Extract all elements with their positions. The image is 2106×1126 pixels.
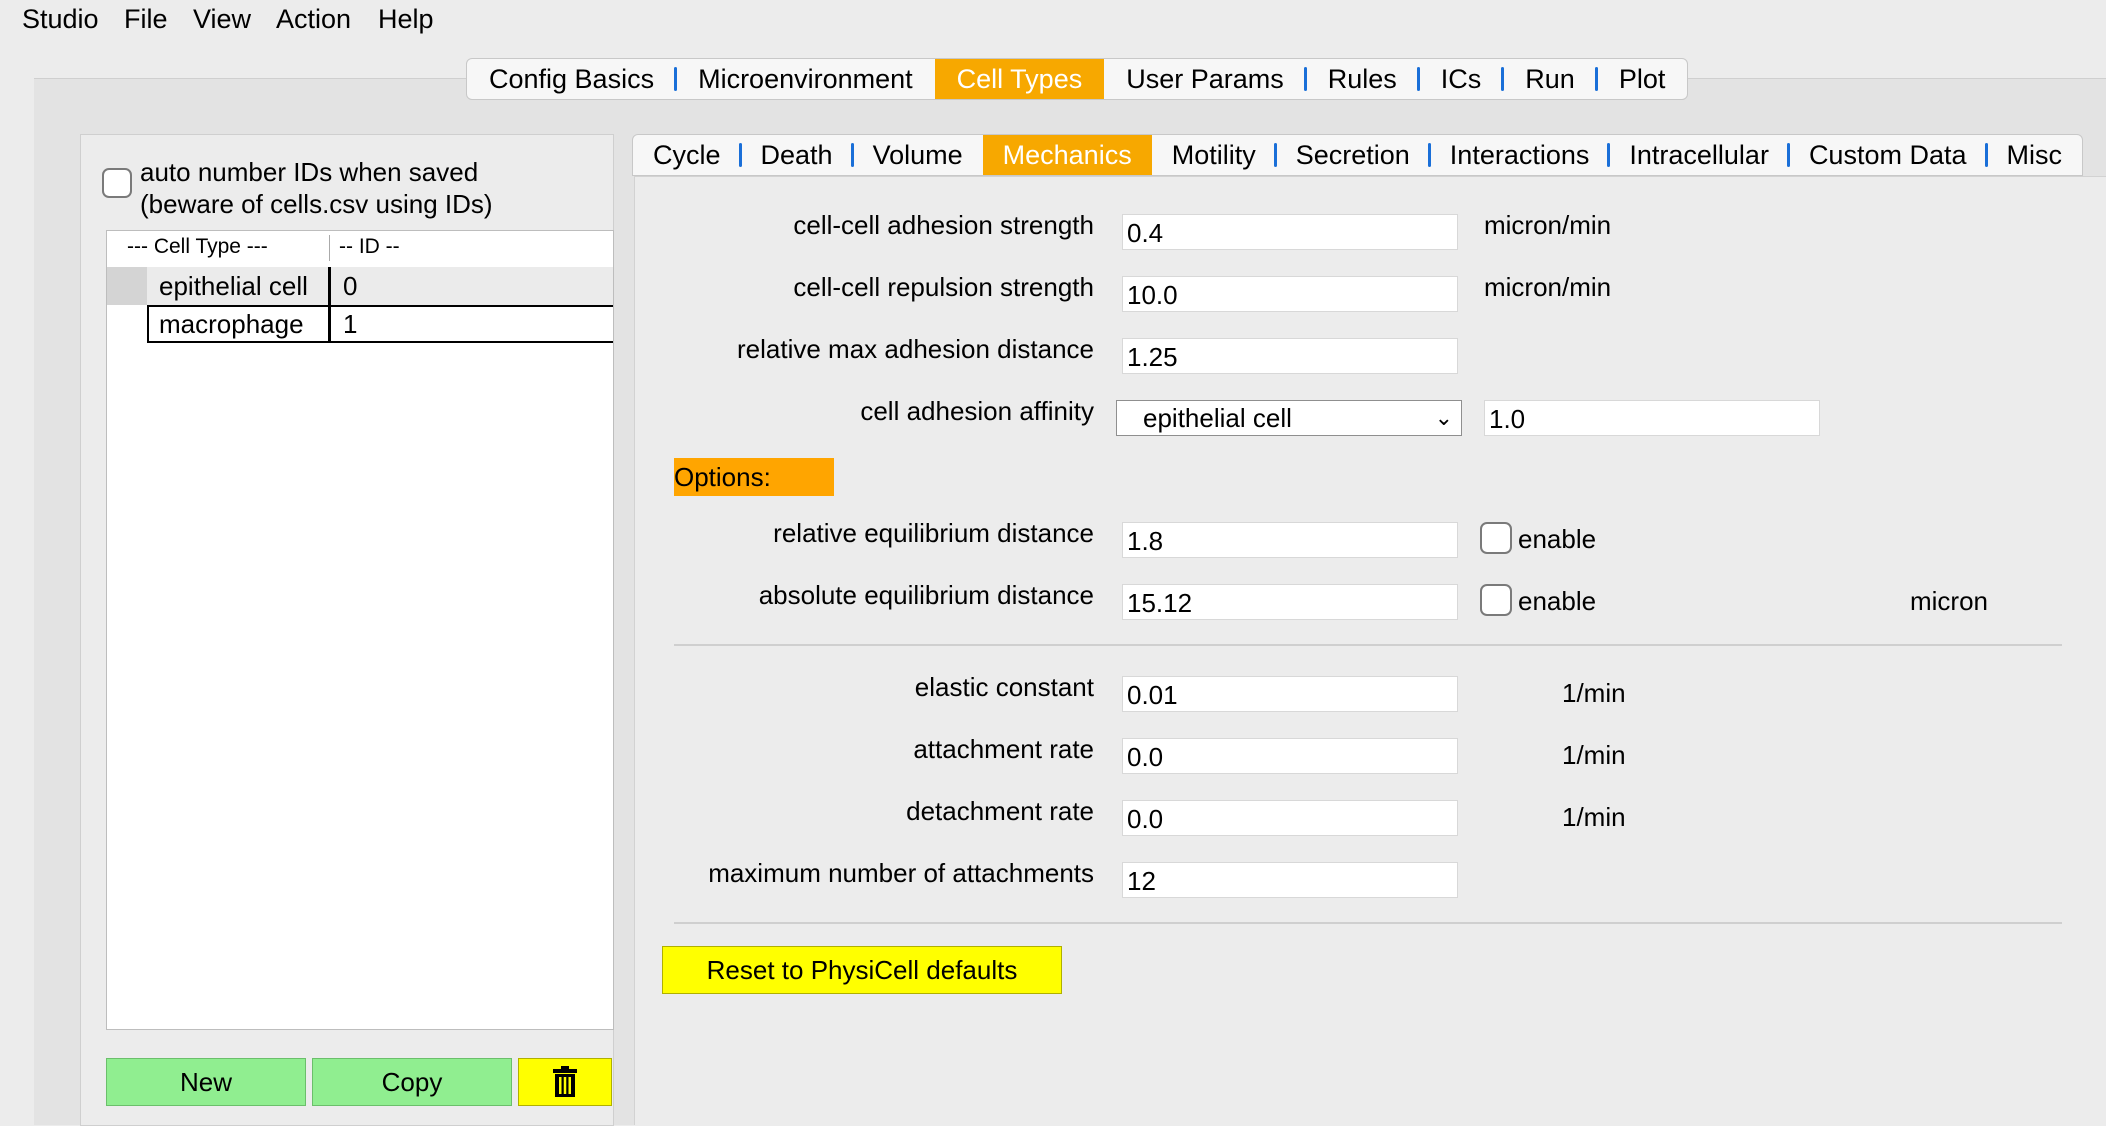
absolute-equilibrium-unit: micron <box>1910 586 1989 616</box>
tab-cycle[interactable]: Cycle <box>633 135 742 175</box>
tab-ics[interactable]: ICs <box>1419 59 1504 99</box>
tab-motility[interactable]: Motility <box>1152 135 1277 175</box>
tab-secretion[interactable]: Secretion <box>1276 135 1431 175</box>
chevron-down-icon: ⌄ <box>1434 405 1453 430</box>
max-adhesion-distance-input[interactable]: 1.25 <box>1122 338 1458 374</box>
tab-microenvironment[interactable]: Microenvironment <box>676 59 935 99</box>
header-separator <box>329 235 330 261</box>
adhesion-affinity-label: cell adhesion affinity <box>860 396 1094 426</box>
auto-number-checkbox[interactable] <box>102 168 132 198</box>
cell-divider <box>328 305 331 343</box>
table-cell-id[interactable]: 0 <box>343 268 357 304</box>
menu-bar: Studio File View Action Help <box>0 0 2106 40</box>
relative-equilibrium-enable-checkbox[interactable] <box>1480 522 1512 554</box>
relative-equilibrium-input[interactable]: 1.8 <box>1122 522 1458 558</box>
menu-view[interactable]: View <box>193 4 251 35</box>
menu-file[interactable]: File <box>124 4 168 35</box>
adhesion-strength-label: cell-cell adhesion strength <box>793 210 1094 240</box>
repulsion-strength-input[interactable]: 10.0 <box>1122 276 1458 312</box>
tab-volume[interactable]: Volume <box>853 135 983 175</box>
table-cell-name[interactable]: macrophage <box>159 306 304 342</box>
section-divider <box>674 644 2062 646</box>
attachment-rate-unit: 1/min <box>1562 740 1626 770</box>
tab-mechanics[interactable]: Mechanics <box>982 135 1152 175</box>
main-tab-bar: Config Basics Microenvironment Cell Type… <box>466 58 1689 100</box>
relative-equilibrium-enable-label: enable <box>1518 524 1597 554</box>
absolute-equilibrium-enable-label: enable <box>1518 586 1597 616</box>
trash-icon <box>553 1066 577 1097</box>
tab-misc[interactable]: Misc <box>1987 135 2083 175</box>
tab-custom-data[interactable]: Custom Data <box>1789 135 1988 175</box>
table-cell-id[interactable]: 1 <box>343 306 357 342</box>
reset-defaults-button[interactable]: Reset to PhysiCell defaults <box>662 946 1062 994</box>
column-header-cell-type[interactable]: --- Cell Type --- <box>127 235 268 259</box>
attachment-rate-input[interactable]: 0.0 <box>1122 738 1458 774</box>
tab-death[interactable]: Death <box>741 135 854 175</box>
adhesion-strength-input[interactable]: 0.4 <box>1122 214 1458 250</box>
absolute-equilibrium-input[interactable]: 15.12 <box>1122 584 1458 620</box>
attachment-rate-label: attachment rate <box>913 734 1094 764</box>
adhesion-affinity-input[interactable]: 1.0 <box>1484 400 1820 436</box>
tab-rules[interactable]: Rules <box>1306 59 1420 99</box>
new-button[interactable]: New <box>106 1058 306 1106</box>
auto-number-label-line2: (beware of cells.csv using IDs) <box>140 189 493 219</box>
repulsion-strength-label: cell-cell repulsion strength <box>793 272 1094 302</box>
repulsion-strength-unit: micron/min <box>1484 272 1612 302</box>
tab-run[interactable]: Run <box>1503 59 1598 99</box>
section-divider <box>674 922 2062 924</box>
max-attachments-input[interactable]: 12 <box>1122 862 1458 898</box>
table-cell-name[interactable]: epithelial cell <box>159 268 308 304</box>
auto-number-label: auto number IDs when saved (beware of ce… <box>140 156 493 220</box>
adhesion-strength-unit: micron/min <box>1484 210 1612 240</box>
tab-cell-types[interactable]: Cell Types <box>934 59 1105 99</box>
cell-divider <box>328 267 331 305</box>
tab-intracellular[interactable]: Intracellular <box>1609 135 1790 175</box>
tab-interactions[interactable]: Interactions <box>1430 135 1610 175</box>
menu-studio[interactable]: Studio <box>22 4 99 35</box>
detachment-rate-label: detachment rate <box>906 796 1094 826</box>
relative-equilibrium-label: relative equilibrium distance <box>773 518 1094 548</box>
absolute-equilibrium-label: absolute equilibrium distance <box>758 580 1094 610</box>
tab-config-basics[interactable]: Config Basics <box>467 59 678 99</box>
elastic-constant-unit: 1/min <box>1562 678 1626 708</box>
options-header: Options: <box>674 458 834 496</box>
menu-action[interactable]: Action <box>276 4 351 35</box>
adhesion-affinity-select-value: epithelial cell <box>1143 403 1292 433</box>
tab-user-params[interactable]: User Params <box>1104 59 1307 99</box>
adhesion-affinity-select[interactable]: epithelial cell ⌄ <box>1116 400 1462 436</box>
copy-button[interactable]: Copy <box>312 1058 512 1106</box>
detachment-rate-unit: 1/min <box>1562 802 1626 832</box>
column-header-id[interactable]: -- ID -- <box>339 235 400 259</box>
detachment-rate-input[interactable]: 0.0 <box>1122 800 1458 836</box>
elastic-constant-input[interactable]: 0.01 <box>1122 676 1458 712</box>
auto-number-label-line1: auto number IDs when saved <box>140 157 479 187</box>
max-attachments-label: maximum number of attachments <box>708 858 1094 888</box>
cell-type-sub-tab-bar: Cycle Death Volume Mechanics Motility Se… <box>632 134 2083 176</box>
menu-help[interactable]: Help <box>378 4 434 35</box>
absolute-equilibrium-enable-checkbox[interactable] <box>1480 584 1512 616</box>
row-marker <box>107 267 147 305</box>
elastic-constant-label: elastic constant <box>914 672 1094 702</box>
delete-button[interactable] <box>518 1058 612 1106</box>
tab-plot[interactable]: Plot <box>1597 59 1688 99</box>
max-adhesion-distance-label: relative max adhesion distance <box>737 334 1094 364</box>
